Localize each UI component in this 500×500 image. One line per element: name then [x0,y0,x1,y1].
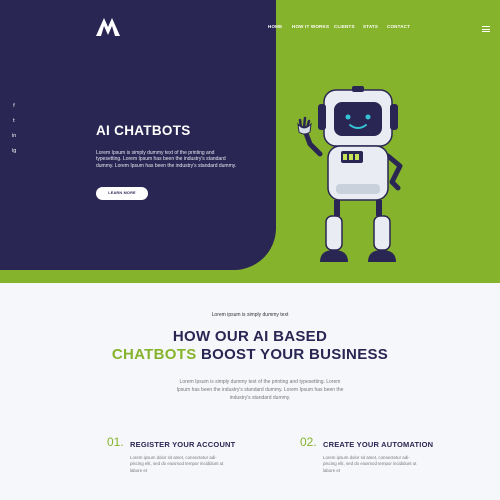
linkedin-icon[interactable]: in [11,134,17,140]
facebook-icon[interactable]: f [11,104,17,110]
brand-logo[interactable] [96,18,120,36]
social-links: f t in ig [11,104,17,164]
section-headline-line2: CHATBOTS BOOST YOUR BUSINESS [0,346,500,363]
section-description: Lorem Ipsum is simply dummy text of the … [176,379,344,401]
nav-item-stats[interactable]: STATS [363,24,378,29]
learn-more-button[interactable]: LEARN MORE [96,187,148,200]
nav-item-how-it-works[interactable]: HOW IT WORKS [292,24,329,29]
feature-description: Lorem ipsum dolor sit amet, consectetur … [323,455,417,473]
section-headline-line1: HOW OUR AI BASED [172,328,328,345]
robot-illustration [297,86,403,262]
hero-section [0,0,500,283]
nav-item-clients[interactable]: CLIENTS [334,24,355,29]
hero-description: Lorem Ipsum is simply dummy text of the … [96,150,237,169]
feature-number: 02. [300,435,317,449]
feature-title: CREATE YOUR AUTOMATION [323,440,434,449]
instagram-icon[interactable]: ig [11,149,17,155]
nav-item-home[interactable]: HOME [268,24,282,29]
feature-description: Lorem ipsum dolor sit amet, consectetur … [130,455,224,473]
feature-number: 01. [107,435,124,449]
headline-rest: BOOST YOUR BUSINESS [196,346,389,363]
feature-title: REGISTER YOUR ACCOUNT [130,440,236,449]
nav-item-contact[interactable]: CONTACT [387,24,410,29]
section-kicker: Lorem ipsum is simply dummy text [211,312,289,318]
menu-icon[interactable] [482,26,490,32]
twitter-icon[interactable]: t [11,119,17,125]
headline-highlight: CHATBOTS [111,346,197,363]
hero-title: AI CHATBOTS [96,123,191,138]
